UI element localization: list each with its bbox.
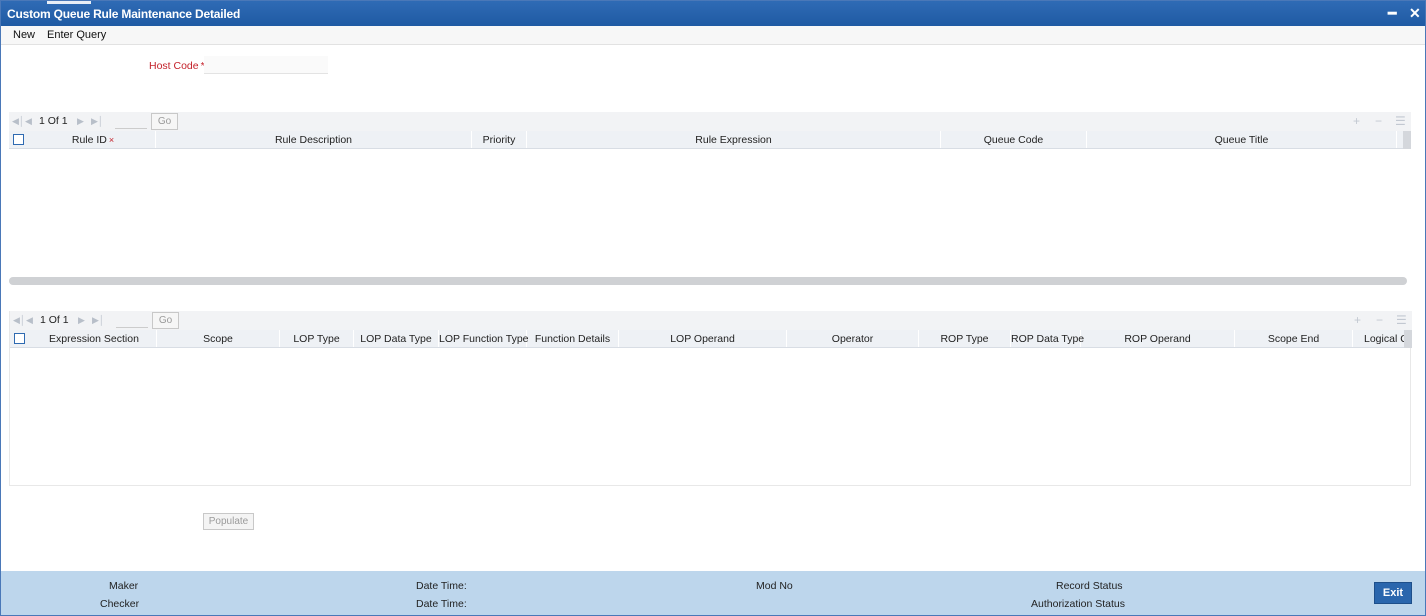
column-header[interactable]: Rule Expression <box>527 131 941 148</box>
rules-grid: ◀│ ◀ 1 Of 1 ▶ ▶│ Go + − ☰ Rule ID × Rule … <box>9 112 1411 287</box>
rules-grid-toolbar: ◀│ ◀ 1 Of 1 ▶ ▶│ Go + − ☰ <box>9 112 1411 131</box>
select-all-checkbox[interactable] <box>13 134 24 145</box>
column-header[interactable]: Logical C <box>1353 330 1404 347</box>
delete-row-icon[interactable]: − <box>1376 313 1383 327</box>
checker-date-time-label: Date Time: <box>416 598 467 610</box>
single-view-icon[interactable]: ☰ <box>1396 313 1407 327</box>
column-header[interactable]: LOP Operand <box>619 330 787 347</box>
previous-page-icon[interactable]: ◀ <box>26 315 33 325</box>
go-button[interactable]: Go <box>152 312 179 329</box>
main-window: Custom Queue Rule Maintenance Detailed ━… <box>0 0 1426 616</box>
exit-button[interactable]: Exit <box>1374 582 1412 604</box>
first-page-icon[interactable]: ◀│ <box>12 116 25 126</box>
next-page-icon[interactable]: ▶ <box>77 116 84 126</box>
authorization-status-label: Authorization Status <box>1031 598 1125 610</box>
populate-button[interactable]: Populate <box>203 513 254 530</box>
column-header[interactable]: LOP Type <box>280 330 354 347</box>
next-page-icon[interactable]: ▶ <box>78 315 85 325</box>
minimize-icon[interactable]: ━ <box>1388 5 1396 21</box>
first-page-icon[interactable]: ◀│ <box>13 315 26 325</box>
maker-label: Maker <box>109 580 139 592</box>
window-title: Custom Queue Rule Maintenance Detailed <box>7 7 241 21</box>
select-all-checkbox[interactable] <box>14 333 25 344</box>
column-header[interactable]: ROP Operand <box>1081 330 1235 347</box>
audit-footer: Maker Checker Date Time: Date Time: Mod … <box>1 571 1425 615</box>
expression-grid-toolbar: ◀│ ◀ 1 Of 1 ▶ ▶│ Go + − ☰ <box>10 311 1412 330</box>
maker-date-time-label: Date Time: <box>416 580 467 592</box>
mod-no-label: Mod No <box>756 580 793 592</box>
column-header[interactable]: Function Details <box>527 330 619 347</box>
go-button[interactable]: Go <box>151 113 178 130</box>
column-header-label: Rule ID <box>71 134 107 146</box>
title-tab-indicator <box>47 1 91 4</box>
column-header[interactable]: LOP Function Type <box>439 330 529 347</box>
page-info: 1 Of 1 <box>40 314 69 326</box>
delete-row-icon[interactable]: − <box>1375 114 1382 128</box>
column-header[interactable]: Scope <box>157 330 280 347</box>
vertical-scrollbar[interactable] <box>1403 131 1411 149</box>
rules-grid-header: Rule ID × Rule Description Priority Rule … <box>9 131 1403 149</box>
add-row-icon[interactable]: + <box>1353 114 1360 128</box>
host-code-label-text: Host Code <box>149 60 199 72</box>
expression-grid-header: Expression Section Scope LOP Type LOP Da… <box>10 330 1404 348</box>
last-page-icon[interactable]: ▶│ <box>91 116 104 126</box>
menu-enter-query[interactable]: Enter Query <box>47 29 106 41</box>
horizontal-scrollbar[interactable] <box>9 277 1407 285</box>
column-header[interactable]: Expression Section <box>32 330 157 347</box>
last-page-icon[interactable]: ▶│ <box>92 315 105 325</box>
column-header[interactable]: Queue Title <box>1087 131 1397 148</box>
column-header[interactable]: Rule ID × <box>31 131 156 148</box>
column-header[interactable]: Operator <box>787 330 919 347</box>
record-status-label: Record Status <box>1056 580 1123 592</box>
checker-label: Checker <box>100 598 140 610</box>
page-number-input[interactable] <box>116 313 148 328</box>
column-header[interactable]: Scope End <box>1235 330 1353 347</box>
page-info: 1 Of 1 <box>39 115 68 127</box>
host-code-label: Host Code * <box>149 60 205 72</box>
required-marker: × <box>108 135 115 145</box>
expression-grid: ◀│ ◀ 1 Of 1 ▶ ▶│ Go + − ☰ Expression Sec… <box>9 311 1412 486</box>
vertical-scrollbar[interactable] <box>1404 330 1412 348</box>
column-header[interactable]: ROP Type <box>919 330 1011 347</box>
close-icon[interactable]: ✕ <box>1409 5 1421 21</box>
menu-bar: New Enter Query <box>1 26 1425 45</box>
column-header[interactable]: LOP Data Type <box>354 330 439 347</box>
column-header[interactable]: Rule Description <box>156 131 472 148</box>
add-row-icon[interactable]: + <box>1354 313 1361 327</box>
column-header[interactable]: Priority <box>472 131 527 148</box>
previous-page-icon[interactable]: ◀ <box>25 116 32 126</box>
column-header[interactable]: ROP Data Type <box>1011 330 1084 347</box>
host-code-input[interactable] <box>204 56 328 74</box>
menu-new[interactable]: New <box>13 29 35 41</box>
page-number-input[interactable] <box>115 114 147 129</box>
title-bar: Custom Queue Rule Maintenance Detailed ━… <box>1 1 1425 26</box>
single-view-icon[interactable]: ☰ <box>1395 114 1406 128</box>
column-header[interactable]: Queue Code <box>941 131 1087 148</box>
